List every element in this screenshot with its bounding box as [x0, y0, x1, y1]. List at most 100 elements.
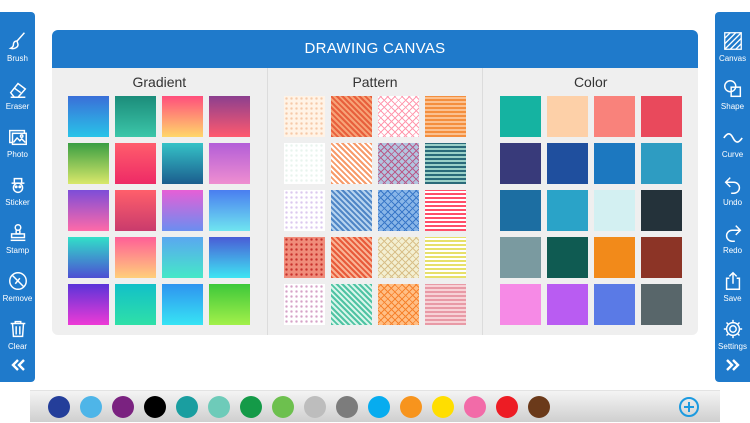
palette-color-dot[interactable]: [400, 396, 422, 418]
photo-tool[interactable]: Photo: [0, 126, 35, 174]
gradient-swatch[interactable]: [162, 190, 204, 231]
color-swatch[interactable]: [546, 190, 588, 231]
eraser-tool[interactable]: Eraser: [0, 78, 35, 126]
stamp-tool[interactable]: Stamp: [0, 222, 35, 270]
gradient-swatch[interactable]: [115, 96, 157, 137]
palette-color-dot[interactable]: [208, 396, 230, 418]
pattern-swatch[interactable]: [378, 143, 419, 184]
save-button[interactable]: Save: [715, 270, 750, 318]
palette-color-dot[interactable]: [432, 396, 454, 418]
pattern-swatch[interactable]: [284, 237, 325, 278]
pattern-swatch[interactable]: [284, 190, 325, 231]
pattern-swatch[interactable]: [425, 284, 466, 325]
pattern-swatch[interactable]: [331, 284, 372, 325]
color-swatch[interactable]: [593, 96, 635, 137]
palette-color-dot[interactable]: [368, 396, 390, 418]
collapse-left-button[interactable]: [0, 356, 35, 374]
pattern-swatch[interactable]: [331, 237, 372, 278]
pattern-swatch[interactable]: [331, 96, 372, 137]
gradient-swatch[interactable]: [68, 237, 110, 278]
pattern-swatch[interactable]: [425, 143, 466, 184]
gradient-swatch[interactable]: [209, 143, 251, 184]
gradient-swatch[interactable]: [162, 96, 204, 137]
color-swatch[interactable]: [640, 284, 682, 325]
palette-color-dot[interactable]: [80, 396, 102, 418]
gradient-swatch[interactable]: [68, 143, 110, 184]
palette-color-dot[interactable]: [464, 396, 486, 418]
shape-icon: [723, 80, 741, 98]
pattern-swatch[interactable]: [378, 96, 419, 137]
palette-color-dot[interactable]: [240, 396, 262, 418]
color-swatch[interactable]: [546, 284, 588, 325]
color-swatch[interactable]: [593, 284, 635, 325]
save-label: Save: [723, 294, 742, 303]
brush-tool[interactable]: Brush: [0, 30, 35, 78]
gradient-swatch[interactable]: [209, 284, 251, 325]
color-grid: [483, 96, 698, 325]
color-swatch[interactable]: [499, 284, 541, 325]
palette-color-dot[interactable]: [336, 396, 358, 418]
color-swatch[interactable]: [593, 143, 635, 184]
gradient-swatch[interactable]: [115, 237, 157, 278]
palette-color-dot[interactable]: [144, 396, 166, 418]
curve-tool[interactable]: Curve: [715, 126, 750, 174]
redo-button[interactable]: Redo: [715, 222, 750, 270]
curve-icon: [722, 132, 743, 143]
color-swatch[interactable]: [499, 190, 541, 231]
gradient-swatch[interactable]: [209, 190, 251, 231]
color-swatch[interactable]: [546, 96, 588, 137]
redo-label: Redo: [722, 246, 743, 255]
pattern-swatch[interactable]: [378, 190, 419, 231]
color-swatch[interactable]: [640, 143, 682, 184]
color-swatch[interactable]: [593, 237, 635, 278]
gradient-swatch[interactable]: [115, 143, 157, 184]
expand-right-button[interactable]: [715, 356, 750, 374]
pattern-swatch[interactable]: [425, 96, 466, 137]
palette-color-dot[interactable]: [112, 396, 134, 418]
pattern-swatch[interactable]: [378, 237, 419, 278]
color-swatch[interactable]: [499, 96, 541, 137]
shape-tool[interactable]: Shape: [715, 78, 750, 126]
undo-button[interactable]: Undo: [715, 174, 750, 222]
gradient-swatch[interactable]: [68, 284, 110, 325]
color-swatch[interactable]: [499, 143, 541, 184]
gradient-swatch[interactable]: [68, 190, 110, 231]
remove-tool[interactable]: Remove: [0, 270, 35, 318]
color-swatch[interactable]: [546, 237, 588, 278]
pattern-grid: [268, 96, 483, 325]
curve-label: Curve: [721, 150, 744, 159]
color-swatch[interactable]: [593, 190, 635, 231]
palette-color-dot[interactable]: [528, 396, 550, 418]
palette-color-dot[interactable]: [496, 396, 518, 418]
gradient-swatch[interactable]: [115, 284, 157, 325]
left-toolbar: Brush Eraser Photo Sticker Stamp Remove …: [0, 12, 35, 382]
pattern-swatch[interactable]: [378, 284, 419, 325]
color-swatch[interactable]: [640, 96, 682, 137]
gradient-swatch[interactable]: [162, 284, 204, 325]
palette-color-dot[interactable]: [48, 396, 70, 418]
pattern-swatch[interactable]: [331, 143, 372, 184]
pattern-swatch[interactable]: [331, 190, 372, 231]
color-swatch[interactable]: [546, 143, 588, 184]
pattern-swatch[interactable]: [284, 284, 325, 325]
pattern-swatch[interactable]: [284, 96, 325, 137]
pattern-swatch[interactable]: [425, 190, 466, 231]
plus-circle-icon: [679, 397, 699, 417]
color-swatch[interactable]: [640, 190, 682, 231]
gradient-swatch[interactable]: [68, 96, 110, 137]
color-swatch[interactable]: [499, 237, 541, 278]
pattern-swatch[interactable]: [425, 237, 466, 278]
gradient-swatch[interactable]: [209, 237, 251, 278]
palette-color-dot[interactable]: [272, 396, 294, 418]
palette-color-dot[interactable]: [176, 396, 198, 418]
gradient-swatch[interactable]: [162, 237, 204, 278]
pattern-swatch[interactable]: [284, 143, 325, 184]
palette-color-dot[interactable]: [304, 396, 326, 418]
canvas-tool[interactable]: Canvas: [715, 30, 750, 78]
gradient-swatch[interactable]: [209, 96, 251, 137]
add-color-button[interactable]: [678, 396, 700, 418]
gradient-swatch[interactable]: [115, 190, 157, 231]
gradient-swatch[interactable]: [162, 143, 204, 184]
sticker-tool[interactable]: Sticker: [0, 174, 35, 222]
color-swatch[interactable]: [640, 237, 682, 278]
